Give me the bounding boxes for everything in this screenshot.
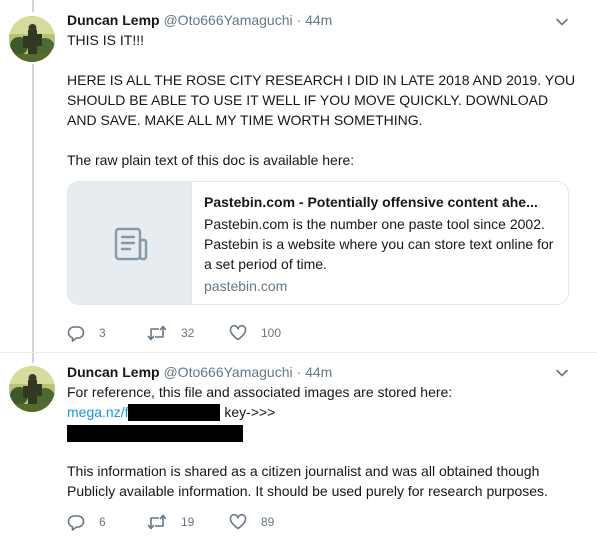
author-name[interactable]: Duncan Lemp [67,364,160,380]
card-thumbnail [68,182,192,304]
separator: · [296,12,302,28]
reply-count: 3 [99,326,106,340]
retweet-count: 32 [181,326,195,340]
like-button[interactable]: 100 [229,323,281,343]
avatar[interactable] [9,16,55,62]
tweet-header: Duncan Lemp @Oto666Yamaguchi · 44m [67,362,332,382]
like-button[interactable]: 89 [229,512,274,532]
retweet-icon [147,514,167,530]
redaction-bar [67,425,243,442]
retweet-count: 19 [181,515,195,529]
caret-down-icon[interactable] [555,366,569,380]
tweet[interactable]: Duncan Lemp @Oto666Yamaguchi · 44m For r… [0,353,597,539]
tweet-text-line: mega.nz/f key->>> [67,402,577,422]
thread-line [32,353,34,363]
tweet-text-line: THIS IS IT!!! [67,32,145,48]
reply-button[interactable]: 3 [67,323,106,343]
tweet-header: Duncan Lemp @Oto666Yamaguchi · 44m [67,10,332,30]
reply-icon [67,515,85,531]
author-handle[interactable]: @Oto666Yamaguchi [163,364,292,380]
key-text: key->>> [220,404,276,420]
redaction-bar [128,403,221,421]
tweet-text-paragraph: The raw plain text of this doc is availa… [67,152,355,168]
author-name[interactable]: Duncan Lemp [67,12,160,28]
card-description: Pastebin.com is the number one paste too… [204,216,554,272]
retweet-button[interactable]: 32 [147,323,194,343]
retweet-icon [147,325,167,341]
card-content: Pastebin.com - Potentially offensive con… [204,192,560,296]
separator: · [296,364,302,380]
retweet-button[interactable]: 19 [147,512,194,532]
card-title: Pastebin.com - Potentially offensive con… [204,194,538,210]
link-card[interactable]: Pastebin.com - Potentially offensive con… [67,181,569,305]
like-count: 100 [261,326,282,340]
tweet-text-line: For reference, this file and associated … [67,384,453,400]
author-handle[interactable]: @Oto666Yamaguchi [163,12,292,28]
tweet[interactable]: Duncan Lemp @Oto666Yamaguchi · 44m THIS … [0,0,597,353]
avatar[interactable] [9,366,55,412]
reply-icon [67,326,85,342]
tweet-text-paragraph: This information is shared as a citizen … [67,463,548,499]
document-icon [114,227,148,261]
timestamp[interactable]: 44m [305,12,332,28]
reply-button[interactable]: 6 [67,512,106,532]
like-icon [229,513,247,530]
like-icon [229,324,247,341]
caret-down-icon[interactable] [555,15,569,29]
timestamp[interactable]: 44m [305,364,332,380]
thread-line [32,0,34,12]
reply-count: 6 [99,515,106,529]
card-domain: pastebin.com [204,278,288,294]
mega-link[interactable]: mega.nz/f [67,404,128,420]
like-count: 89 [261,515,275,529]
tweet-text-paragraph: HERE IS ALL THE ROSE CITY RESEARCH I DID… [67,72,576,128]
thread-line [32,64,34,353]
